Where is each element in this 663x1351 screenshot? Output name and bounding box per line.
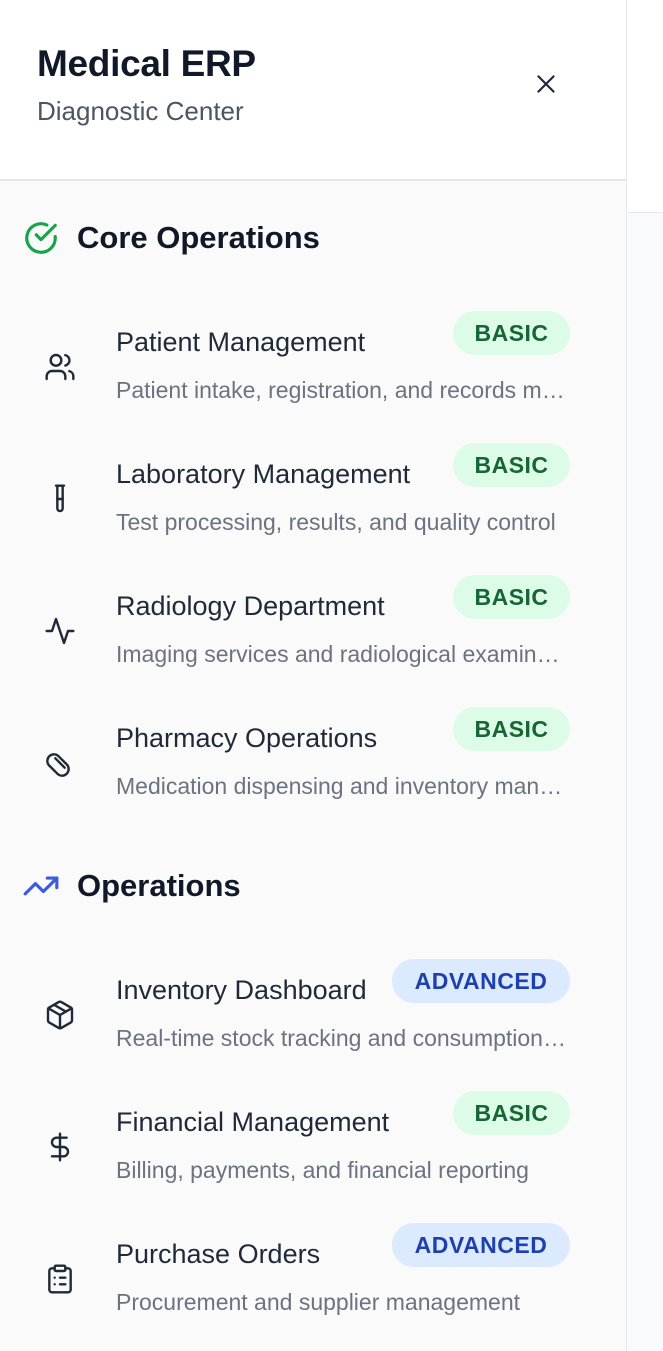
- badge-advanced: ADVANCED: [392, 959, 570, 1003]
- sidebar: Medical ERP Diagnostic Center Core Opera…: [0, 0, 627, 1351]
- nav-item-description: Patient intake, registration, and record…: [116, 377, 570, 403]
- badge-basic: BASIC: [453, 707, 570, 751]
- nav-item-description: Billing, payments, and financial reporti…: [116, 1157, 529, 1183]
- nav-item-description: Real-time stock tracking and consumption…: [116, 1025, 570, 1051]
- nav-item-description: Procurement and supplier management: [116, 1289, 521, 1315]
- nav-item-label: Pharmacy Operations: [116, 723, 378, 753]
- nav-item-laboratory-management[interactable]: Laboratory Management BASIC Test process…: [20, 443, 610, 553]
- test-tube-icon: [42, 481, 78, 517]
- clipboard-icon: [42, 1261, 78, 1297]
- section-header-operations: Operations: [21, 866, 241, 906]
- main-content-area: [628, 0, 663, 1351]
- trending-up-icon: [21, 866, 61, 906]
- nav-item-label: Financial Management: [116, 1107, 390, 1137]
- pill-icon: [42, 745, 78, 781]
- nav-item-description: Medication dispensing and inventory mana…: [116, 773, 570, 799]
- close-button[interactable]: [526, 64, 566, 104]
- nav-item-patient-management[interactable]: Patient Management BASIC Patient intake,…: [20, 311, 610, 421]
- app-subtitle: Diagnostic Center: [37, 96, 244, 126]
- nav-item-inventory-dashboard[interactable]: Inventory Dashboard ADVANCED Real-time s…: [20, 959, 610, 1069]
- activity-icon: [42, 613, 78, 649]
- main-header: [628, 0, 663, 213]
- section-title: Operations: [77, 868, 241, 903]
- nav-item-radiology-department[interactable]: Radiology Department BASIC Imaging servi…: [20, 575, 610, 685]
- nav-item-label: Laboratory Management: [116, 459, 411, 489]
- nav-item-description: Imaging services and radiological examin…: [116, 641, 570, 667]
- nav-item-label: Patient Management: [116, 327, 366, 357]
- nav-item-purchase-orders[interactable]: Purchase Orders ADVANCED Procurement and…: [20, 1223, 610, 1333]
- users-icon: [42, 349, 78, 385]
- sidebar-header: Medical ERP Diagnostic Center: [0, 0, 626, 181]
- badge-advanced: ADVANCED: [392, 1223, 570, 1267]
- dollar-icon: [42, 1129, 78, 1165]
- check-circle-icon: [21, 218, 61, 258]
- section-title: Core Operations: [77, 220, 320, 255]
- close-icon: [533, 71, 559, 97]
- nav-item-pharmacy-operations[interactable]: Pharmacy Operations BASIC Medication dis…: [20, 707, 610, 817]
- badge-basic: BASIC: [453, 311, 570, 355]
- section-header-core-operations: Core Operations: [21, 218, 320, 258]
- nav-item-label: Purchase Orders: [116, 1239, 321, 1269]
- nav-item-label: Inventory Dashboard: [116, 975, 367, 1005]
- badge-basic: BASIC: [453, 1091, 570, 1135]
- badge-basic: BASIC: [453, 575, 570, 619]
- package-icon: [42, 997, 78, 1033]
- nav-item-financial-management[interactable]: Financial Management BASIC Billing, paym…: [20, 1091, 610, 1201]
- badge-basic: BASIC: [453, 443, 570, 487]
- nav-item-description: Test processing, results, and quality co…: [116, 509, 556, 535]
- nav-item-label: Radiology Department: [116, 591, 385, 621]
- app-title: Medical ERP: [37, 43, 256, 84]
